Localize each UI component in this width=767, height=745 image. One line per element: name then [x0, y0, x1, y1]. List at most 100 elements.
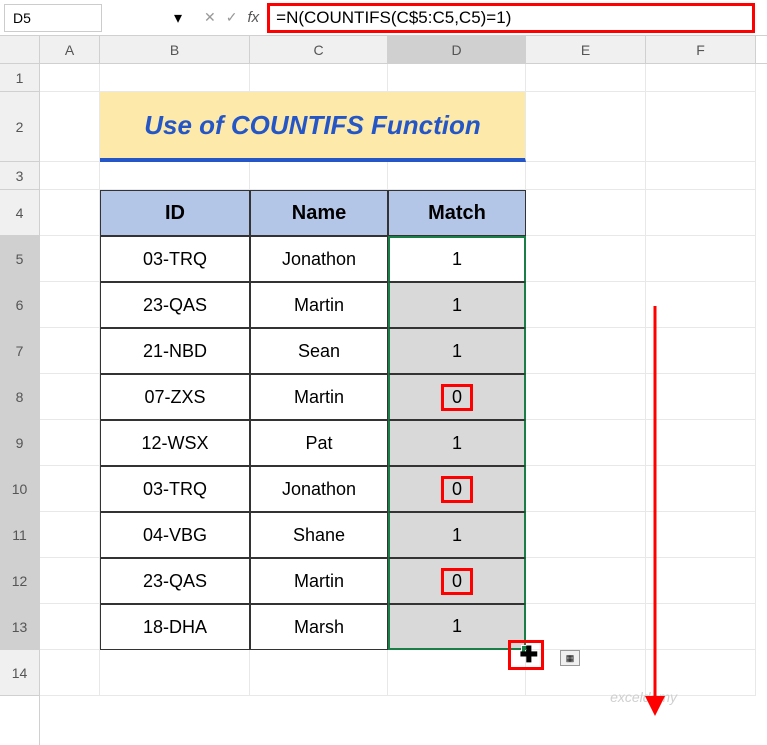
cell-E10[interactable]: [526, 466, 646, 512]
col-header-E[interactable]: E: [526, 36, 646, 63]
cell-A3[interactable]: [40, 162, 100, 190]
cell-E7[interactable]: [526, 328, 646, 374]
cell-C12[interactable]: Martin: [250, 558, 388, 604]
cell-C1[interactable]: [250, 64, 388, 92]
col-header-D[interactable]: D: [388, 36, 526, 63]
check-icon[interactable]: ✓: [226, 9, 238, 26]
cell-D12[interactable]: 0: [388, 558, 526, 604]
cell-D3[interactable]: [388, 162, 526, 190]
cell-E8[interactable]: [526, 374, 646, 420]
cell-E5[interactable]: [526, 236, 646, 282]
cancel-icon[interactable]: ✕: [204, 9, 216, 26]
cell-D8[interactable]: 0: [388, 374, 526, 420]
cell-C6[interactable]: Martin: [250, 282, 388, 328]
cell-A1[interactable]: [40, 64, 100, 92]
formula-bar[interactable]: =N(COUNTIFS(C$5:C5,C5)=1): [267, 3, 755, 33]
cell-C9[interactable]: Pat: [250, 420, 388, 466]
col-header-A[interactable]: A: [40, 36, 100, 63]
col-header-B[interactable]: B: [100, 36, 250, 63]
fx-icon[interactable]: fx: [247, 9, 259, 26]
header-id[interactable]: ID: [100, 190, 250, 236]
cell-D1[interactable]: [388, 64, 526, 92]
cell-E1[interactable]: [526, 64, 646, 92]
row-header-4[interactable]: 4: [0, 190, 39, 236]
select-all-corner[interactable]: [0, 36, 39, 64]
cell-C8[interactable]: Martin: [250, 374, 388, 420]
cell-C10[interactable]: Jonathon: [250, 466, 388, 512]
cell-A9[interactable]: [40, 420, 100, 466]
cell-C13[interactable]: Marsh: [250, 604, 388, 650]
name-box-dropdown[interactable]: ▾: [102, 8, 192, 28]
row-header-3[interactable]: 3: [0, 162, 39, 190]
cell-B7[interactable]: 21-NBD: [100, 328, 250, 374]
cell-C3[interactable]: [250, 162, 388, 190]
cell-E2[interactable]: [526, 92, 646, 162]
cell-E3[interactable]: [526, 162, 646, 190]
cell-A2[interactable]: [40, 92, 100, 162]
col-header-F[interactable]: F: [646, 36, 756, 63]
cell-B3[interactable]: [100, 162, 250, 190]
cell-E9[interactable]: [526, 420, 646, 466]
cell-A4[interactable]: [40, 190, 100, 236]
row-header-13[interactable]: 13: [0, 604, 39, 650]
cell-B8[interactable]: 07-ZXS: [100, 374, 250, 420]
row-header-10[interactable]: 10: [0, 466, 39, 512]
row-header-5[interactable]: 5: [0, 236, 39, 282]
cell-C14[interactable]: [250, 650, 388, 696]
cell-D13[interactable]: 1 ✚ ▦: [388, 604, 526, 650]
cell-D6[interactable]: 1: [388, 282, 526, 328]
cell-E4[interactable]: [526, 190, 646, 236]
cell-B12[interactable]: 23-QAS: [100, 558, 250, 604]
row-header-11[interactable]: 11: [0, 512, 39, 558]
cell-A10[interactable]: [40, 466, 100, 512]
cell-D5[interactable]: 1: [388, 236, 526, 282]
row-header-2[interactable]: 2: [0, 92, 39, 162]
cell-F3[interactable]: [646, 162, 756, 190]
col-header-C[interactable]: C: [250, 36, 388, 63]
cell-C11[interactable]: Shane: [250, 512, 388, 558]
row-header-7[interactable]: 7: [0, 328, 39, 374]
row-header-14[interactable]: 14: [0, 650, 39, 696]
row-header-1[interactable]: 1: [0, 64, 39, 92]
cell-D7[interactable]: 1: [388, 328, 526, 374]
cell-D9[interactable]: 1: [388, 420, 526, 466]
cell-B13[interactable]: 18-DHA: [100, 604, 250, 650]
row-header-9[interactable]: 9: [0, 420, 39, 466]
title-cell[interactable]: Use of COUNTIFS Function: [100, 92, 526, 162]
cell-B10[interactable]: 03-TRQ: [100, 466, 250, 512]
cell-A11[interactable]: [40, 512, 100, 558]
cell-B5[interactable]: 03-TRQ: [100, 236, 250, 282]
cell-A13[interactable]: [40, 604, 100, 650]
header-name[interactable]: Name: [250, 190, 388, 236]
cell-E11[interactable]: [526, 512, 646, 558]
cell-E6[interactable]: [526, 282, 646, 328]
name-box[interactable]: D5: [4, 4, 102, 32]
cell-D14[interactable]: [388, 650, 526, 696]
cell-A7[interactable]: [40, 328, 100, 374]
cell-B1[interactable]: [100, 64, 250, 92]
cell-F2[interactable]: [646, 92, 756, 162]
cell-A14[interactable]: [40, 650, 100, 696]
cell-B14[interactable]: [100, 650, 250, 696]
row-header-8[interactable]: 8: [0, 374, 39, 420]
row-header-6[interactable]: 6: [0, 282, 39, 328]
cell-B9[interactable]: 12-WSX: [100, 420, 250, 466]
cell-F1[interactable]: [646, 64, 756, 92]
cell-A6[interactable]: [40, 282, 100, 328]
row-header-12[interactable]: 12: [0, 558, 39, 604]
cell-value: 1: [452, 616, 462, 637]
cell-C7[interactable]: Sean: [250, 328, 388, 374]
cell-B6[interactable]: 23-QAS: [100, 282, 250, 328]
cell-A8[interactable]: [40, 374, 100, 420]
cell-A5[interactable]: [40, 236, 100, 282]
cell-E13[interactable]: [526, 604, 646, 650]
cell-F4[interactable]: [646, 190, 756, 236]
header-match[interactable]: Match: [388, 190, 526, 236]
cell-E12[interactable]: [526, 558, 646, 604]
cell-D11[interactable]: 1: [388, 512, 526, 558]
cell-C5[interactable]: Jonathon: [250, 236, 388, 282]
cell-D10[interactable]: 0: [388, 466, 526, 512]
cell-F5[interactable]: [646, 236, 756, 282]
cell-B11[interactable]: 04-VBG: [100, 512, 250, 558]
cell-A12[interactable]: [40, 558, 100, 604]
